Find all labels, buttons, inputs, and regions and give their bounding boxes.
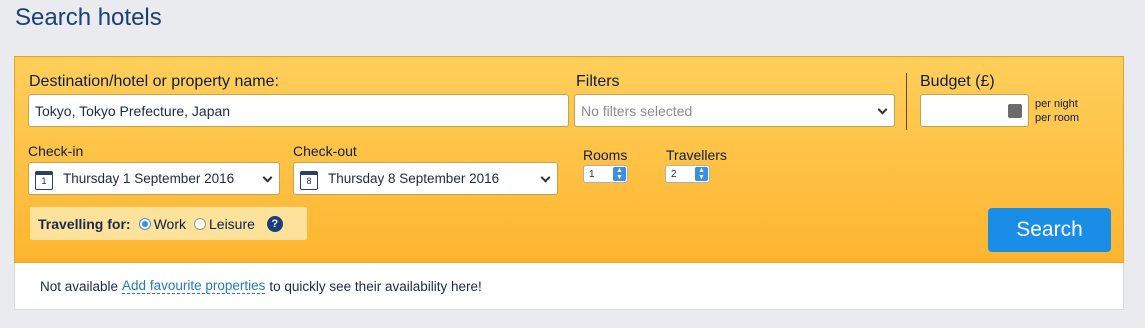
- budget-label: Budget (£): [920, 73, 995, 90]
- budget-note-line2: per room: [1035, 112, 1080, 124]
- search-panel: Destination/hotel or property name: Toky…: [14, 56, 1124, 263]
- calendar-icon: 1: [35, 171, 53, 190]
- radio-leisure[interactable]: [194, 217, 206, 230]
- travellers-value: 2: [671, 168, 677, 180]
- destination-value: Tokyo, Tokyo Prefecture, Japan: [35, 102, 231, 119]
- favourites-suffix: to quickly see their availability here!: [269, 278, 482, 294]
- stepper-arrows-icon: ▲ ▼: [695, 167, 708, 181]
- travelling-for-box: Travelling for: Work Leisure ?: [30, 207, 307, 240]
- calculator-icon[interactable]: [1008, 104, 1022, 118]
- filters-placeholder: No filters selected: [581, 102, 693, 119]
- destination-input[interactable]: Tokyo, Tokyo Prefecture, Japan: [28, 94, 569, 127]
- budget-note-line1: per night: [1035, 98, 1078, 110]
- calendar-icon: 8: [300, 171, 318, 190]
- radio-work[interactable]: [138, 217, 151, 230]
- chevron-down-icon: [540, 172, 551, 183]
- chevron-down-icon: [262, 172, 273, 183]
- page-title: Search hotels: [15, 4, 162, 31]
- filters-label: Filters: [576, 73, 620, 90]
- favourites-bar: Not available Add favourite properties t…: [14, 263, 1124, 310]
- divider: [906, 73, 907, 130]
- checkin-label: Check-in: [28, 143, 84, 159]
- budget-note: per night per room: [1035, 97, 1079, 125]
- travel-option-work[interactable]: Work: [138, 215, 186, 232]
- add-favourites-link[interactable]: Add favourite properties: [122, 278, 266, 294]
- question-icon[interactable]: ?: [266, 215, 283, 232]
- travelling-for-label: Travelling for:: [38, 215, 131, 232]
- search-button[interactable]: Search: [988, 208, 1111, 252]
- checkout-label: Check-out: [293, 143, 357, 159]
- filters-select[interactable]: No filters selected: [574, 94, 895, 127]
- travel-option-leisure-label: Leisure: [209, 215, 255, 232]
- checkin-date-picker[interactable]: 1 Thursday 1 September 2016: [28, 162, 280, 195]
- checkout-date-picker[interactable]: 8 Thursday 8 September 2016: [293, 162, 558, 195]
- travellers-select[interactable]: 2 ▲ ▼: [665, 165, 710, 183]
- favourites-prefix: Not available: [40, 278, 119, 294]
- rooms-value: 1: [589, 168, 595, 180]
- rooms-select[interactable]: 1 ▲ ▼: [583, 165, 628, 183]
- checkout-value: Thursday 8 September 2016: [328, 171, 500, 186]
- travel-option-leisure[interactable]: Leisure: [194, 216, 255, 232]
- stepper-arrows-icon: ▲ ▼: [613, 167, 626, 181]
- budget-input[interactable]: [920, 94, 1029, 127]
- rooms-label: Rooms: [583, 147, 628, 163]
- destination-label: Destination/hotel or property name:: [29, 73, 279, 90]
- checkin-value: Thursday 1 September 2016: [63, 171, 235, 186]
- chevron-down-icon: [877, 104, 888, 115]
- travel-option-work-label: Work: [153, 215, 186, 232]
- travellers-label: Travellers: [666, 147, 727, 163]
